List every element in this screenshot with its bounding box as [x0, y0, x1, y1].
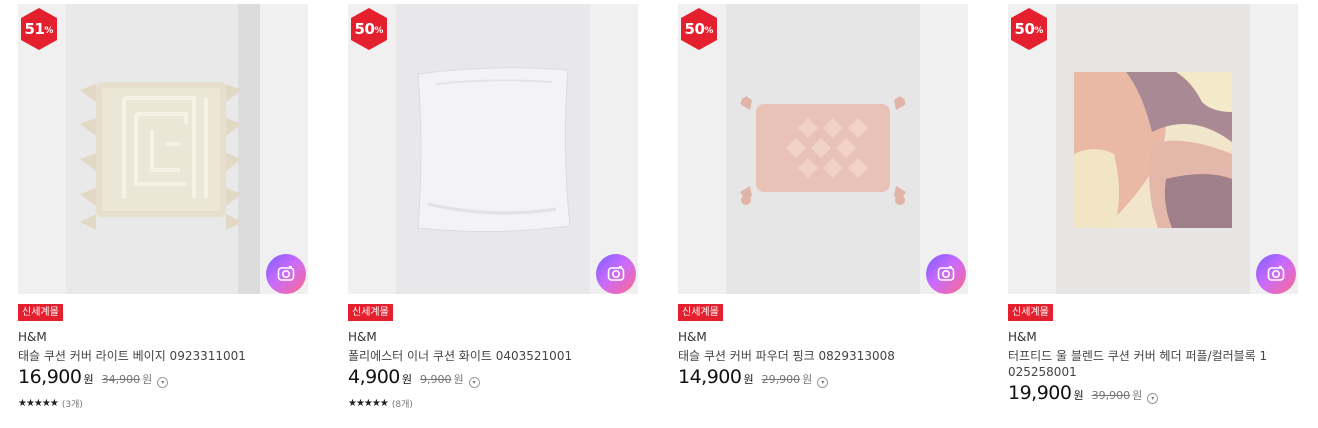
product-image	[66, 4, 260, 294]
discount-value: 50	[1014, 20, 1035, 38]
price-row: 14,900 원 29,900 원 ▾	[678, 366, 968, 394]
product-name[interactable]: 태슬 쿠션 커버 파우더 핑크 0829313008	[678, 348, 968, 364]
mall-tag: 신세계몰	[1008, 304, 1053, 321]
product-image	[726, 4, 920, 294]
original-price: 39,900	[1091, 389, 1131, 402]
sale-price: 16,900	[18, 366, 82, 388]
sale-price-unit: 원	[83, 373, 94, 386]
product-name[interactable]: 터프티드 울 블렌드 쿠션 커버 헤더 퍼플/컬러블록 1025258001	[1008, 348, 1270, 380]
camera-search-button[interactable]	[266, 254, 306, 294]
brand-name[interactable]: H&M	[678, 330, 968, 344]
discount-badge: 50%	[348, 8, 390, 50]
product-image	[396, 4, 590, 294]
info-circle-icon[interactable]: ▾	[157, 377, 169, 388]
info-circle-icon[interactable]: ▾	[1147, 393, 1159, 404]
camera-search-button[interactable]	[1256, 254, 1296, 294]
original-price-unit: 원	[802, 373, 813, 386]
discount-value: 51	[24, 20, 45, 38]
discount-unit: %	[374, 26, 384, 36]
product-image	[1056, 4, 1250, 294]
rating: ★★★★★ (8개)	[348, 396, 638, 410]
mall-tag: 신세계몰	[348, 304, 393, 321]
sale-price: 14,900	[678, 366, 742, 388]
rating: ★★★★★ (3개)	[18, 396, 308, 410]
camera-icon	[607, 266, 625, 281]
mall-tag: 신세계몰	[678, 304, 723, 321]
discount-value: 50	[684, 20, 705, 38]
camera-search-button[interactable]	[596, 254, 636, 294]
discount-badge: 51%	[18, 8, 60, 50]
original-price-unit: 원	[453, 373, 464, 386]
discount-badge: 50%	[678, 8, 720, 50]
sale-price-unit: 원	[743, 373, 754, 386]
original-price-unit: 원	[1132, 389, 1143, 402]
star-rating: ★★★★★	[18, 397, 59, 409]
sale-price-unit: 원	[401, 373, 413, 386]
product-card[interactable]: 50% 신세계몰 H&M 폴리에스터 이너 쿠션 화이트 0403521001 …	[348, 4, 638, 410]
original-price: 9,900	[420, 373, 452, 386]
discount-value: 50	[354, 20, 375, 38]
sale-price: 4,900	[348, 366, 400, 388]
sale-price-unit: 원	[1073, 389, 1084, 402]
discount-badge: 50%	[1008, 8, 1050, 50]
info-circle-icon[interactable]: ▾	[468, 377, 480, 388]
star-rating: ★★★★★	[348, 397, 389, 409]
discount-unit: %	[704, 26, 714, 36]
product-image-link[interactable]: 50%	[678, 4, 968, 294]
review-count: (8개)	[391, 399, 413, 410]
price-row: 19,900 원 39,900 원 ▾	[1008, 382, 1298, 410]
product-name[interactable]: 태슬 쿠션 커버 라이트 베이지 0923311001	[18, 348, 308, 364]
discount-unit: %	[1034, 26, 1044, 36]
original-price: 29,900	[761, 373, 801, 386]
original-price: 34,900	[101, 373, 141, 386]
product-card[interactable]: 51% 신세계몰 H&M 태슬 쿠션 커버 라이트 베이지 0923311001…	[18, 4, 308, 410]
price-row: 4,900 원 9,900 원 ▾	[348, 366, 638, 394]
price-row: 16,900 원 34,900 원 ▾	[18, 366, 308, 394]
camera-icon	[1267, 266, 1285, 281]
mall-tag: 신세계몰	[18, 304, 63, 321]
camera-icon	[277, 266, 295, 281]
brand-name[interactable]: H&M	[18, 330, 308, 344]
product-card[interactable]: 50% 신세계몰 H&M 태슬 쿠션 커버 파우더 핑크 0829313008 …	[678, 4, 968, 394]
product-image-link[interactable]: 51%	[18, 4, 308, 294]
product-image-link[interactable]: 50%	[1008, 4, 1298, 294]
sale-price: 19,900	[1008, 382, 1072, 404]
brand-name[interactable]: H&M	[348, 330, 638, 344]
info-circle-icon[interactable]: ▾	[817, 377, 829, 388]
brand-name[interactable]: H&M	[1008, 330, 1298, 344]
discount-unit: %	[44, 26, 54, 36]
original-price-unit: 원	[142, 373, 153, 386]
product-name[interactable]: 폴리에스터 이너 쿠션 화이트 0403521001	[348, 348, 638, 364]
camera-search-button[interactable]	[926, 254, 966, 294]
product-card[interactable]: 50% 신세계몰 H&M 터프티드 울 블렌드 쿠션 커버 헤더 퍼플/컬러블록…	[1008, 4, 1298, 410]
product-image-link[interactable]: 50%	[348, 4, 638, 294]
review-count: (3개)	[61, 399, 83, 410]
camera-icon	[937, 266, 955, 281]
